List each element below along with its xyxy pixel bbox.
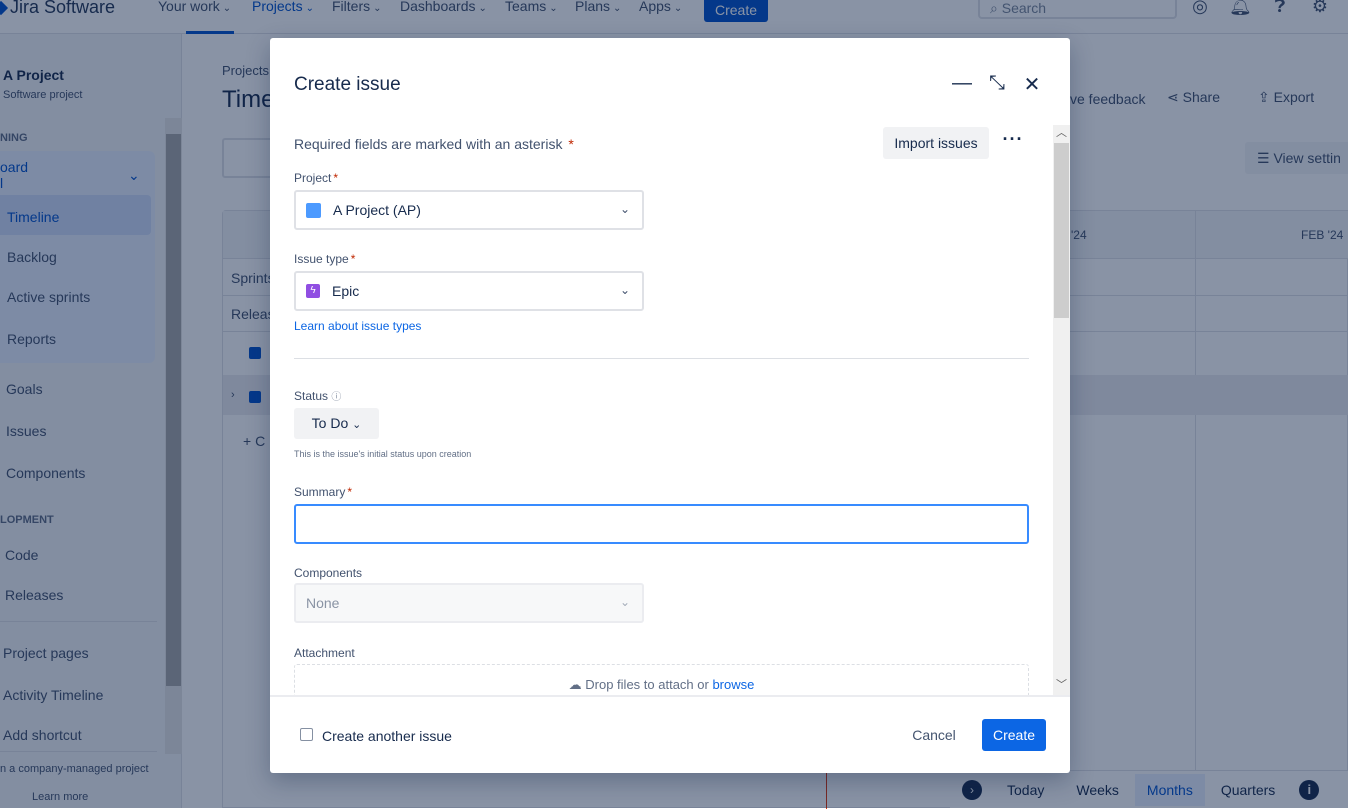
cancel-button[interactable]: Cancel [902,719,966,751]
info-icon[interactable]: ⓘ [331,392,341,403]
epic-icon: ϟ [306,284,320,298]
project-select[interactable]: A Project (AP) ⌄ [294,190,644,230]
status-label: Status ⓘ [294,389,342,403]
summary-input[interactable] [294,504,1029,544]
divider [294,358,1029,359]
chevron-down-icon: ⌄ [619,202,630,216]
create-another-label[interactable]: Create another issue [322,728,452,744]
minimize-icon[interactable]: — [950,72,974,95]
more-options-icon[interactable]: ··· [1001,129,1025,157]
components-label: Components [294,566,363,580]
components-select[interactable]: None ⌄ [294,583,644,623]
create-another-checkbox[interactable] [300,728,313,741]
scroll-up-icon[interactable]: ︿ [1056,124,1067,140]
scroll-down-icon[interactable]: ﹀ [1056,676,1067,692]
modal-scrollbar-thumb[interactable] [1054,143,1069,318]
create-issue-modal: Create issue — ⤡ ✕ Required fields are m… [270,38,1070,773]
modal-title: Create issue [294,74,401,95]
status-dropdown[interactable]: To Do ⌄ [294,408,379,439]
attachment-label: Attachment [294,646,355,660]
chevron-down-icon: ⌄ [619,283,630,297]
modal-footer: Create another issue Cancel Create [270,695,1070,773]
required-note: Required fields are marked with an aster… [294,136,574,152]
close-icon[interactable]: ✕ [1020,72,1044,97]
browse-link[interactable]: browse [712,677,754,692]
summary-label: Summary * [294,485,353,499]
project-avatar-icon [306,202,321,218]
issue-type-label: Issue type * [294,252,356,266]
issue-type-select[interactable]: ϟ Epic ⌄ [294,271,644,311]
create-button[interactable]: Create [982,719,1046,751]
modal-form: Required fields are marked with an aster… [270,125,1053,695]
status-help: This is the issue's initial status upon … [294,449,472,459]
collapse-icon[interactable]: ⤡ [985,72,1009,95]
cloud-upload-icon: ☁ [568,677,582,692]
chevron-down-icon: ⌄ [352,419,362,431]
chevron-down-icon: ⌄ [619,595,630,609]
attachment-dropzone[interactable]: ☁ Drop files to attach or browse [294,664,1029,695]
import-issues-button[interactable]: Import issues [883,127,989,159]
learn-issue-types-link[interactable]: Learn about issue types [294,319,421,333]
project-label: Project * [294,171,339,185]
